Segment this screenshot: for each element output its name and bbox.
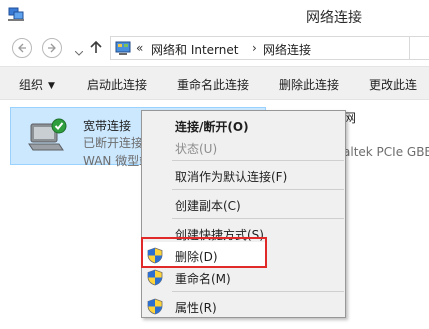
menu-item-create-copy[interactable]: 创建副本(C) (142, 193, 345, 215)
control-panel-icon (115, 40, 131, 59)
forward-button[interactable] (42, 38, 62, 58)
connection-device: altek PCIe GBE (343, 145, 429, 159)
breadcrumb-separator[interactable]: › (252, 41, 257, 55)
organize-menu[interactable]: 组织 ▼ (19, 76, 55, 93)
recent-locations-button[interactable] (74, 45, 84, 59)
delete-connection-button[interactable]: 删除此连接 (279, 76, 339, 93)
menu-item-status: 状态(U) (175, 142, 218, 156)
annotation-highlight-box (141, 237, 267, 268)
menu-item-rename[interactable]: 重命名(M) (142, 266, 345, 288)
menu-separator (172, 291, 344, 292)
uac-shield-icon (147, 269, 163, 289)
breadcrumb-network-connections[interactable]: 网络连接 (263, 41, 311, 58)
window-title: 网络连接 (306, 10, 362, 26)
context-menu: 连接/断开(O) 状态(U) 取消作为默认连接(F) 创建副本(C) 创建快捷方… (141, 110, 346, 318)
change-connection-button[interactable]: 更改此连 (369, 76, 417, 93)
arrow-left-icon (18, 43, 26, 53)
back-button[interactable] (12, 38, 32, 58)
command-bar: 组织 ▼ 启动此连接 重命名此连接 删除此连接 更改此连 (0, 66, 429, 100)
menu-item-connect-disconnect[interactable]: 连接/断开(O) (142, 114, 345, 136)
rename-connection-button[interactable]: 重命名此连接 (177, 76, 249, 93)
chevron-down-icon (74, 50, 84, 56)
menu-separator (172, 160, 344, 161)
menu-item-cancel-default[interactable]: 取消作为默认连接(F) (142, 164, 345, 186)
uac-shield-icon (147, 298, 163, 318)
breadcrumb-overflow[interactable]: « (136, 41, 143, 55)
address-bar[interactable]: « 网络和 Internet › 网络连接 (110, 36, 429, 60)
navigation-bar: « 网络和 Internet › 网络连接 (0, 31, 429, 64)
connection-status: 已断开连接 (83, 136, 144, 150)
broadband-connection-icon (27, 118, 67, 157)
menu-separator (172, 218, 344, 219)
up-button[interactable] (90, 40, 102, 57)
connection-name: 宽带连接 (83, 119, 132, 133)
network-connections-icon (8, 7, 24, 21)
menu-item-properties[interactable]: 属性(R) (142, 295, 345, 317)
caret-down-icon: ▼ (48, 81, 55, 91)
menu-separator (172, 189, 344, 190)
breadcrumb-network-internet[interactable]: 网络和 Internet (151, 41, 238, 58)
address-dropdown-button[interactable] (409, 37, 429, 59)
start-connection-button[interactable]: 启动此连接 (87, 76, 147, 93)
arrow-right-icon (48, 43, 56, 53)
title-bar: 网络连接 (0, 0, 429, 31)
arrow-up-icon (90, 40, 102, 53)
